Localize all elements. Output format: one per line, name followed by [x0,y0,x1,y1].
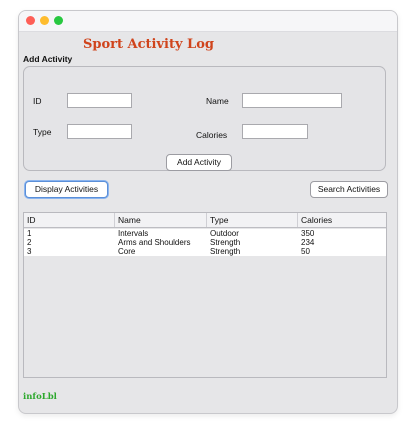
cell-calories: 50 [301,247,310,256]
cell-calories: 234 [301,238,315,247]
column-header-type[interactable]: Type [207,213,298,227]
cell-name: Core [118,247,136,256]
table-row[interactable]: 3 Core Strength 50 [24,247,386,256]
cell-id: 2 [27,238,32,247]
close-window-icon[interactable] [26,16,35,25]
column-header-id[interactable]: ID [24,213,115,227]
search-activities-button[interactable]: Search Activities [310,181,388,198]
cell-type: Outdoor [210,229,239,238]
cell-type: Strength [210,247,241,256]
cell-id: 1 [27,229,32,238]
cell-type: Strength [210,238,241,247]
id-field[interactable] [67,93,132,108]
column-header-name[interactable]: Name [115,213,207,227]
info-label: infoLbl [23,392,57,402]
add-activity-button[interactable]: Add Activity [166,154,232,171]
app-title: Sport Activity Log [83,37,214,52]
cell-calories: 350 [301,229,315,238]
table-header: ID Name Type Calories [24,213,386,228]
activities-table[interactable]: ID Name Type Calories 1 Intervals Outdoo… [23,212,387,378]
add-activity-form-panel: ID Name Type Calories Add Activity [23,66,386,171]
cell-name: Intervals [118,229,149,238]
calories-field[interactable] [242,124,308,139]
app-window: Sport Activity Log Add Activity ID Name … [18,10,398,414]
title-bar [19,11,397,32]
cell-id: 3 [27,247,32,256]
name-label: Name [206,96,229,106]
type-field[interactable] [67,124,132,139]
calories-label: Calories [196,130,228,140]
zoom-window-icon[interactable] [54,16,63,25]
type-label: Type [33,127,52,137]
minimize-window-icon[interactable] [40,16,49,25]
cell-name: Arms and Shoulders [118,238,191,247]
column-header-calories[interactable]: Calories [298,213,388,227]
name-field[interactable] [242,93,342,108]
table-row[interactable]: 1 Intervals Outdoor 350 [24,229,386,238]
add-activity-section-label: Add Activity [23,54,73,64]
display-activities-button[interactable]: Display Activities [25,181,108,198]
table-row[interactable]: 2 Arms and Shoulders Strength 234 [24,238,386,247]
id-label: ID [33,96,42,106]
